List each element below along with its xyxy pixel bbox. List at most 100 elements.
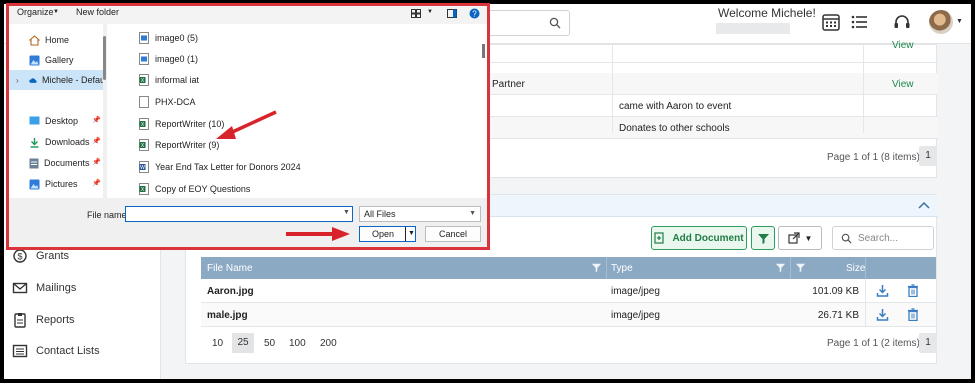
chevron-down-icon: ▼ bbox=[469, 210, 476, 217]
dialog-footer: File name: ▼ All Files ▼ Open ▼ Cancel bbox=[9, 198, 487, 247]
pin-icon[interactable]: 📌 bbox=[92, 158, 101, 166]
sidebar-item-label: Reports bbox=[36, 314, 75, 326]
nav-item-gallery[interactable]: Gallery bbox=[9, 50, 105, 70]
list-item[interactable]: image0 (1) bbox=[139, 50, 198, 68]
nav-label: Downloads bbox=[45, 137, 90, 147]
scrollbar-thumb[interactable] bbox=[103, 36, 106, 80]
global-search-input[interactable] bbox=[484, 10, 570, 36]
download-icon[interactable] bbox=[876, 308, 889, 321]
filter-icon[interactable] bbox=[775, 262, 786, 273]
chevron-up-icon[interactable] bbox=[918, 200, 930, 210]
nav-label: Pictures bbox=[45, 179, 78, 189]
sidebar-item-reports[interactable]: Reports bbox=[12, 310, 75, 330]
cancel-button[interactable]: Cancel bbox=[425, 226, 481, 242]
calendar-icon[interactable] bbox=[821, 12, 841, 32]
add-document-button[interactable]: Add Document bbox=[651, 226, 747, 250]
column-divider bbox=[612, 45, 613, 133]
nav-item-documents[interactable]: Documents 📌 bbox=[9, 153, 105, 173]
chevron-right-icon[interactable]: › bbox=[16, 76, 19, 85]
page-size-option[interactable]: 50 bbox=[264, 338, 275, 349]
list-item[interactable]: X ReportWriter (9) bbox=[139, 136, 219, 154]
blank-file-icon bbox=[139, 96, 149, 108]
delete-icon[interactable] bbox=[907, 308, 919, 321]
file-name: image0 (1) bbox=[155, 54, 199, 64]
welcome-message: Welcome Michele! bbox=[718, 6, 816, 20]
view-link[interactable]: View bbox=[892, 79, 914, 90]
nav-item-downloads[interactable]: Downloads 📌 bbox=[9, 132, 105, 152]
list-item[interactable]: X Copy of EOY Questions bbox=[139, 180, 250, 198]
pin-icon[interactable]: 📌 bbox=[92, 116, 101, 124]
view-link[interactable]: View bbox=[892, 40, 914, 51]
table-cell: Partner bbox=[492, 79, 525, 90]
list-item[interactable]: PHX-DCA bbox=[139, 93, 196, 111]
view-options-icon[interactable] bbox=[411, 9, 421, 18]
add-document-icon bbox=[654, 232, 665, 244]
avatar[interactable] bbox=[929, 10, 953, 34]
document-search-input[interactable]: Search... bbox=[832, 226, 934, 250]
onedrive-icon bbox=[29, 77, 37, 83]
annotation-arrow-open bbox=[286, 227, 350, 241]
chevron-down-icon[interactable]: ▼ bbox=[53, 9, 59, 15]
nav-label: Michele - Defau bbox=[41, 75, 105, 85]
export-icon bbox=[787, 232, 800, 244]
sidebar-item-contact-lists[interactable]: Contact Lists bbox=[12, 341, 100, 361]
column-header-file-name[interactable]: File Name bbox=[207, 263, 253, 274]
column-header-size[interactable]: Size bbox=[846, 263, 865, 274]
pin-icon[interactable]: 📌 bbox=[92, 137, 101, 145]
scrollbar-thumb[interactable] bbox=[482, 44, 485, 58]
file-name: image0 (5) bbox=[155, 33, 199, 43]
image-file-icon bbox=[139, 32, 149, 44]
file-type-cell: image/jpeg bbox=[611, 286, 660, 297]
list-icon bbox=[12, 344, 28, 358]
file-size-cell: 26.71 KB bbox=[817, 310, 859, 321]
file-list-scrollbar[interactable] bbox=[481, 24, 487, 198]
help-icon[interactable]: ? bbox=[469, 8, 480, 19]
nav-item-onedrive[interactable]: › Michele - Defau bbox=[9, 70, 105, 90]
split-divider bbox=[405, 227, 406, 241]
filter-icon[interactable] bbox=[795, 262, 806, 273]
page-size-option[interactable]: 100 bbox=[289, 338, 306, 349]
file-name-input[interactable] bbox=[125, 206, 353, 222]
page-size-option[interactable]: 10 bbox=[212, 338, 223, 349]
list-item[interactable]: X informal iat bbox=[139, 71, 199, 89]
file-name-label: File name: bbox=[87, 210, 130, 220]
organize-menu[interactable]: Organize bbox=[17, 7, 54, 17]
page-size-option-selected[interactable]: 25 bbox=[232, 333, 254, 353]
file-name: informal iat bbox=[155, 75, 200, 85]
pager-text: Page 1 of 1 (8 items) bbox=[827, 152, 920, 163]
annotation-arrow-file bbox=[216, 110, 277, 139]
page-size-option[interactable]: 200 bbox=[320, 338, 337, 349]
nav-item-pictures[interactable]: Pictures 📌 bbox=[9, 174, 105, 194]
new-folder-button[interactable]: New folder bbox=[76, 7, 119, 17]
clear-filter-button[interactable] bbox=[751, 226, 775, 250]
nav-item-desktop[interactable]: Desktop 📌 bbox=[9, 111, 105, 131]
list-item[interactable]: W Year End Tax Letter for Donors 2024 bbox=[139, 158, 301, 176]
filter-icon[interactable] bbox=[591, 262, 602, 273]
pin-icon[interactable]: 📌 bbox=[92, 179, 101, 187]
file-type-select[interactable]: All Files ▼ bbox=[359, 206, 481, 222]
excel-file-icon: X bbox=[139, 74, 149, 86]
list-item[interactable]: image0 (5) bbox=[139, 29, 198, 47]
preview-pane-icon[interactable] bbox=[447, 9, 457, 18]
page-button[interactable]: 1 bbox=[919, 146, 937, 166]
headset-icon[interactable] bbox=[892, 12, 912, 32]
chevron-down-icon[interactable]: ▼ bbox=[956, 18, 963, 25]
export-button[interactable]: ▼ bbox=[778, 226, 822, 250]
chevron-down-icon[interactable]: ▼ bbox=[408, 230, 415, 237]
download-icon[interactable] bbox=[876, 284, 889, 297]
list-icon[interactable] bbox=[850, 12, 870, 32]
chevron-down-icon[interactable]: ▼ bbox=[343, 209, 350, 216]
open-button[interactable]: Open ▼ bbox=[359, 226, 416, 242]
chevron-down-icon[interactable]: ▼ bbox=[427, 9, 433, 15]
documents-grid-header: File Name Type Size bbox=[201, 257, 936, 279]
downloads-icon bbox=[30, 137, 39, 148]
navigation-scrollbar[interactable] bbox=[103, 24, 107, 198]
column-divider bbox=[865, 257, 866, 279]
nav-item-home[interactable]: Home bbox=[9, 30, 105, 50]
sidebar-item-mailings[interactable]: Mailings bbox=[12, 278, 76, 298]
column-header-type[interactable]: Type bbox=[611, 263, 633, 274]
column-divider bbox=[606, 257, 607, 279]
delete-icon[interactable] bbox=[907, 284, 919, 297]
page-button[interactable]: 1 bbox=[919, 333, 937, 353]
svg-text:$: $ bbox=[17, 252, 22, 262]
